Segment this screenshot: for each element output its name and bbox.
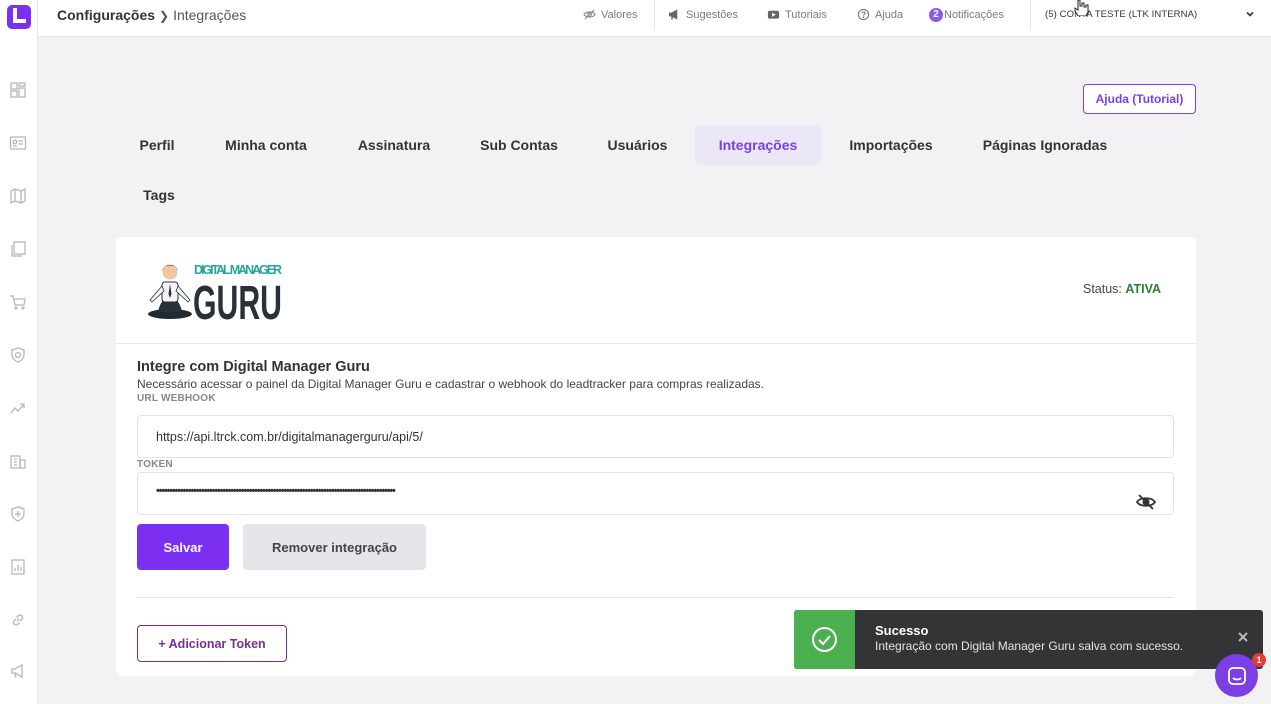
remove-integration-button[interactable]: Remover integração — [243, 524, 426, 570]
divider — [137, 597, 1174, 598]
eye-off-icon[interactable] — [1136, 493, 1156, 511]
map-icon[interactable] — [9, 187, 27, 205]
save-button[interactable]: Salvar — [137, 524, 229, 570]
tab-importacoes[interactable]: Importações — [836, 125, 946, 165]
token-field[interactable]: ••••••••••••••••••••••••••••••••••••••••… — [137, 472, 1174, 515]
valores-label: Valores — [601, 8, 638, 21]
divider — [116, 343, 1196, 344]
tab-assinatura[interactable]: Assinatura — [344, 125, 444, 165]
hand-cursor-icon — [1074, 0, 1089, 16]
notification-count-badge: 2 — [929, 8, 943, 22]
tab-usuarios[interactable]: Usuários — [595, 125, 680, 165]
integration-description: Necessário acessar o painel da Digital M… — [137, 377, 764, 391]
chat-icon — [1228, 667, 1246, 685]
help-tutorial-button[interactable]: Ajuda (Tutorial) — [1083, 84, 1196, 114]
status-label: Status: — [1083, 282, 1122, 296]
digital-manager-guru-logo: DIGITAL MANAGER GURU — [146, 256, 286, 330]
toast-icon-area — [794, 610, 855, 669]
tab-sub-contas[interactable]: Sub Contas — [467, 125, 571, 165]
breadcrumb: Configurações ❯ Integrações — [57, 7, 246, 23]
breadcrumb-current: Integrações — [173, 7, 247, 23]
ajuda-link[interactable]: Ajuda — [857, 8, 903, 21]
valores-link[interactable]: Valores — [583, 8, 637, 21]
megaphone-icon — [668, 9, 678, 20]
logo-text-bottom: GURU — [193, 277, 282, 326]
ajuda-label: Ajuda — [875, 8, 904, 21]
divider — [654, 0, 655, 30]
breadcrumb-section[interactable]: Configurações — [57, 7, 155, 23]
logo-text-top: DIGITAL MANAGER — [194, 263, 282, 277]
shield-check-icon[interactable] — [9, 346, 27, 364]
cart-icon[interactable] — [9, 293, 27, 311]
contact-card-icon[interactable] — [9, 134, 27, 152]
webhook-url-field[interactable] — [137, 415, 1174, 458]
tab-perfil[interactable]: Perfil — [126, 125, 188, 165]
webhook-label: URL WEBHOOK — [137, 393, 216, 404]
chat-badge: 1 — [1252, 653, 1266, 667]
trend-icon[interactable] — [9, 399, 27, 417]
toast-title: Sucesso — [875, 623, 929, 638]
chevron-down-icon[interactable] — [1244, 8, 1256, 20]
youtube-icon — [767, 10, 780, 19]
add-token-button[interactable]: + Adicionar Token — [137, 625, 287, 662]
integration-status: Status: ATIVA — [1083, 282, 1161, 296]
divider — [1030, 0, 1031, 30]
tab-tags[interactable]: Tags — [130, 175, 188, 215]
account-selector[interactable]: (5) CONTA TESTE (LTK INTERNA) — [1045, 9, 1197, 20]
dashboard-icon[interactable] — [9, 81, 27, 99]
check-circle-icon — [812, 627, 837, 652]
tab-integracoes[interactable]: Integrações — [695, 125, 821, 165]
link-icon[interactable] — [9, 611, 27, 629]
toast-message: Integração com Digital Manager Guru salv… — [875, 639, 1184, 653]
notificacoes-label: Notificações — [944, 9, 1004, 21]
tab-paginas-ignoradas[interactable]: Páginas Ignoradas — [970, 125, 1120, 165]
help-circle-icon — [857, 8, 870, 21]
shield-plus-icon[interactable] — [9, 505, 27, 523]
success-toast: Sucesso Integração com Digital Manager G… — [794, 610, 1263, 669]
tab-minha-conta[interactable]: Minha conta — [212, 125, 320, 165]
building-icon[interactable] — [9, 452, 27, 470]
pages-icon[interactable] — [9, 240, 27, 258]
sidebar — [0, 0, 38, 704]
eye-off-icon — [583, 9, 596, 20]
sugestoes-link[interactable]: Sugestões — [668, 8, 738, 21]
tutoriais-label: Tutoriais — [785, 8, 827, 21]
report-icon[interactable] — [9, 558, 27, 576]
close-icon[interactable] — [1236, 630, 1250, 644]
notificacoes-link[interactable]: 2 Notificações — [929, 8, 1004, 22]
megaphone-icon[interactable] — [9, 662, 27, 680]
tutoriais-link[interactable]: Tutoriais — [767, 8, 827, 21]
sugestoes-label: Sugestões — [686, 8, 738, 21]
app-logo[interactable] — [5, 3, 33, 31]
chevron-right-icon: ❯ — [159, 9, 170, 23]
integration-title: Integre com Digital Manager Guru — [137, 359, 370, 375]
status-badge: ATIVA — [1125, 282, 1162, 296]
token-label: TOKEN — [137, 459, 173, 470]
